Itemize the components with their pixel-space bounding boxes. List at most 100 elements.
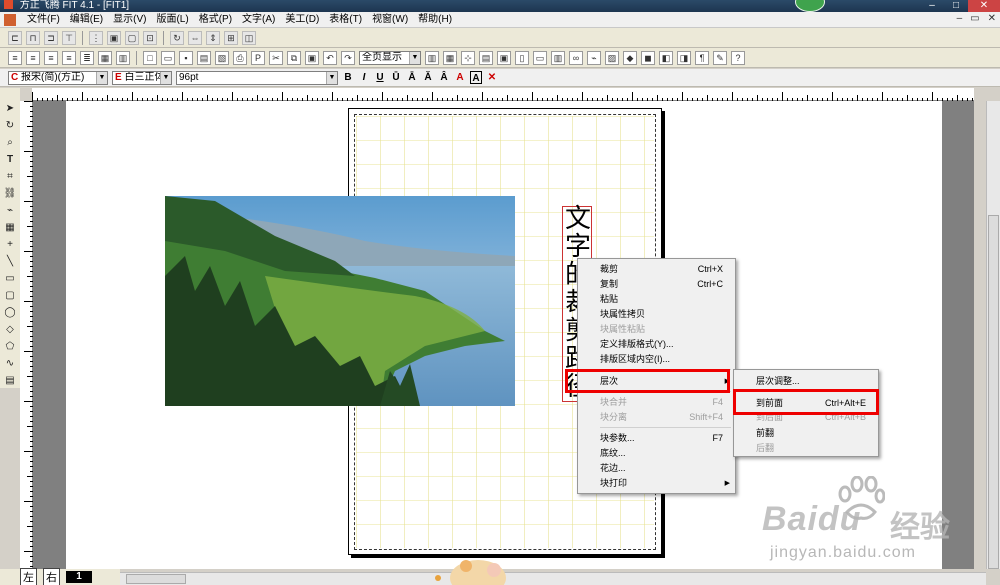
style-icon[interactable]: ¶ bbox=[695, 50, 709, 65]
lock-icon[interactable]: ⊡ bbox=[143, 30, 157, 45]
menu-art[interactable]: 美工(D) bbox=[280, 12, 324, 28]
paragraph-left-icon[interactable]: ≡ bbox=[8, 50, 22, 65]
menu-layout[interactable]: 版面(L) bbox=[151, 12, 193, 28]
spread-icon[interactable]: ▯ bbox=[515, 50, 529, 65]
text-tool-icon[interactable]: T bbox=[3, 153, 17, 166]
font-en-select[interactable]: E 白三正体 ▼ bbox=[112, 70, 172, 85]
paragraph-center-icon[interactable]: ≡ bbox=[26, 50, 40, 65]
align-left-icon[interactable]: ⊏ bbox=[8, 30, 22, 45]
paragraph-right-icon[interactable]: ≡ bbox=[44, 50, 58, 65]
right-page-tab[interactable]: 右 bbox=[43, 568, 60, 585]
ruler-icon[interactable]: ▤ bbox=[479, 50, 493, 65]
layer-front-icon[interactable]: ◧ bbox=[659, 50, 673, 65]
minimize-icon[interactable]: – bbox=[920, 0, 944, 12]
column-icon[interactable]: ▥ bbox=[551, 50, 565, 65]
mdi-restore-icon[interactable]: ▭ bbox=[970, 13, 979, 24]
new-file-icon[interactable]: □ bbox=[143, 50, 157, 65]
export-icon[interactable]: ▧ bbox=[215, 50, 229, 65]
menu-item-define-format[interactable]: 定义排版格式(Y)... bbox=[578, 337, 735, 352]
paragraph-dist-icon[interactable]: ▥ bbox=[116, 50, 130, 65]
color-icon[interactable]: ◼ bbox=[641, 50, 655, 65]
link-tool-icon[interactable]: ⛓ bbox=[3, 187, 17, 200]
line-tool-icon[interactable]: ╲ bbox=[3, 255, 17, 268]
landscape-image[interactable] bbox=[165, 196, 515, 406]
menu-text[interactable]: 文字(A) bbox=[237, 12, 280, 28]
redo-icon[interactable]: ↷ bbox=[341, 50, 355, 65]
rotate-tool-icon[interactable]: ↻ bbox=[3, 119, 17, 132]
menu-item-cut[interactable]: 裁剪 Ctrl+X bbox=[578, 262, 735, 277]
pointer-icon[interactable]: ➤ bbox=[3, 102, 17, 115]
superscript-icon[interactable]: Ā bbox=[406, 71, 418, 84]
edit-icon[interactable]: ✎ bbox=[713, 50, 727, 65]
distribute-icon[interactable]: ⋮ bbox=[89, 30, 103, 45]
menu-item-inner-space[interactable]: 排版区域内空(I)... bbox=[578, 352, 735, 367]
layer-icon[interactable]: ◫ bbox=[242, 30, 256, 45]
page-view-icon[interactable]: ▥ bbox=[425, 50, 439, 65]
ungroup-icon[interactable]: ▢ bbox=[125, 30, 139, 45]
link-icon[interactable]: ∞ bbox=[569, 50, 583, 65]
diamond-tool-icon[interactable]: ◇ bbox=[3, 323, 17, 336]
paragraph-force-icon[interactable]: ≣ bbox=[80, 50, 94, 65]
cut-icon[interactable]: ✂ bbox=[269, 50, 283, 65]
align-top-icon[interactable]: ⊤ bbox=[62, 30, 76, 45]
save-icon[interactable]: ▪ bbox=[179, 50, 193, 65]
flip-h-icon[interactable]: ⇔ bbox=[188, 30, 202, 45]
horizontal-scrollbar[interactable] bbox=[120, 572, 986, 585]
menu-table[interactable]: 表格(T) bbox=[324, 12, 367, 28]
vertical-ruler[interactable] bbox=[20, 101, 33, 569]
menu-file[interactable]: 文件(F) bbox=[22, 12, 65, 28]
strike-icon[interactable]: Ȃ bbox=[438, 71, 450, 84]
font-cn-select[interactable]: C 报宋(简)(方正) ▼ bbox=[8, 70, 108, 85]
flip-v-icon[interactable]: ⇕ bbox=[206, 30, 220, 45]
menu-item-block-params[interactable]: 块参数... F7 bbox=[578, 431, 735, 446]
shape-icon[interactable]: ◆ bbox=[623, 50, 637, 65]
print-preview-icon[interactable]: ▤ bbox=[197, 50, 211, 65]
table-tool-icon[interactable]: ▦ bbox=[3, 221, 17, 234]
paragraph-justify-icon[interactable]: ≡ bbox=[62, 50, 76, 65]
maximize-icon[interactable]: □ bbox=[944, 0, 968, 12]
size-icon[interactable]: ⊞ bbox=[224, 30, 238, 45]
zoom-tool-icon[interactable]: ⌕ bbox=[3, 136, 17, 149]
crop-tool-icon[interactable]: ⌗ bbox=[3, 170, 17, 183]
italic-button[interactable]: I bbox=[358, 71, 370, 84]
close-icon[interactable]: ✕ bbox=[968, 0, 1000, 12]
font-size-select[interactable]: 96pt ▼ bbox=[176, 70, 338, 85]
menu-item-paste[interactable]: 粘贴 bbox=[578, 292, 735, 307]
shadow-icon[interactable]: Ă bbox=[422, 71, 434, 84]
menu-edit[interactable]: 编辑(E) bbox=[65, 12, 108, 28]
page-number[interactable]: 1 bbox=[66, 571, 92, 583]
menu-window[interactable]: 视窗(W) bbox=[367, 12, 413, 28]
cross-tool-icon[interactable]: + bbox=[3, 238, 17, 251]
color-a-button[interactable]: A bbox=[454, 71, 466, 84]
image-icon[interactable]: ▨ bbox=[605, 50, 619, 65]
underline-button[interactable]: U bbox=[374, 71, 386, 84]
menu-format[interactable]: 格式(P) bbox=[194, 12, 237, 28]
copy-icon[interactable]: ⧉ bbox=[287, 50, 301, 65]
polygon-tool-icon[interactable]: ⬠ bbox=[3, 340, 17, 353]
frame-icon[interactable]: ▭ bbox=[533, 50, 547, 65]
rotate-icon[interactable]: ↻ bbox=[170, 30, 184, 45]
group-icon[interactable]: ▣ bbox=[107, 30, 121, 45]
menu-item-block-print[interactable]: 块打印 ▶ bbox=[578, 476, 735, 491]
guide-icon[interactable]: ⊹ bbox=[461, 50, 475, 65]
round-rect-tool-icon[interactable]: ▢ bbox=[3, 289, 17, 302]
zoom-select[interactable]: 全页显示 ▼ bbox=[359, 50, 421, 65]
menu-view[interactable]: 显示(V) bbox=[108, 12, 151, 28]
grid-tool-icon[interactable]: ▤ bbox=[3, 374, 17, 387]
scrollbar-thumb[interactable] bbox=[988, 215, 999, 569]
bezier-tool-icon[interactable]: ∿ bbox=[3, 357, 17, 370]
paste-icon[interactable]: ▣ bbox=[305, 50, 319, 65]
scrollbar-thumb[interactable] bbox=[126, 574, 186, 584]
unlink-icon[interactable]: ⌁ bbox=[587, 50, 601, 65]
paragraph-all-icon[interactable]: ▦ bbox=[98, 50, 112, 65]
outline-icon[interactable]: Ū bbox=[390, 71, 402, 84]
left-page-tab[interactable]: 左 bbox=[20, 568, 37, 585]
horizontal-ruler[interactable] bbox=[32, 88, 974, 101]
print-icon[interactable]: ⎙ bbox=[233, 50, 247, 65]
menu-item-copy-attr[interactable]: 块属性拷贝 bbox=[578, 307, 735, 322]
menu-help[interactable]: 帮助(H) bbox=[413, 12, 457, 28]
mdi-minimize-icon[interactable]: – bbox=[957, 13, 963, 24]
vertical-scrollbar[interactable] bbox=[986, 101, 1000, 569]
undo-icon[interactable]: ↶ bbox=[323, 50, 337, 65]
menu-item-copy[interactable]: 复制 Ctrl+C bbox=[578, 277, 735, 292]
